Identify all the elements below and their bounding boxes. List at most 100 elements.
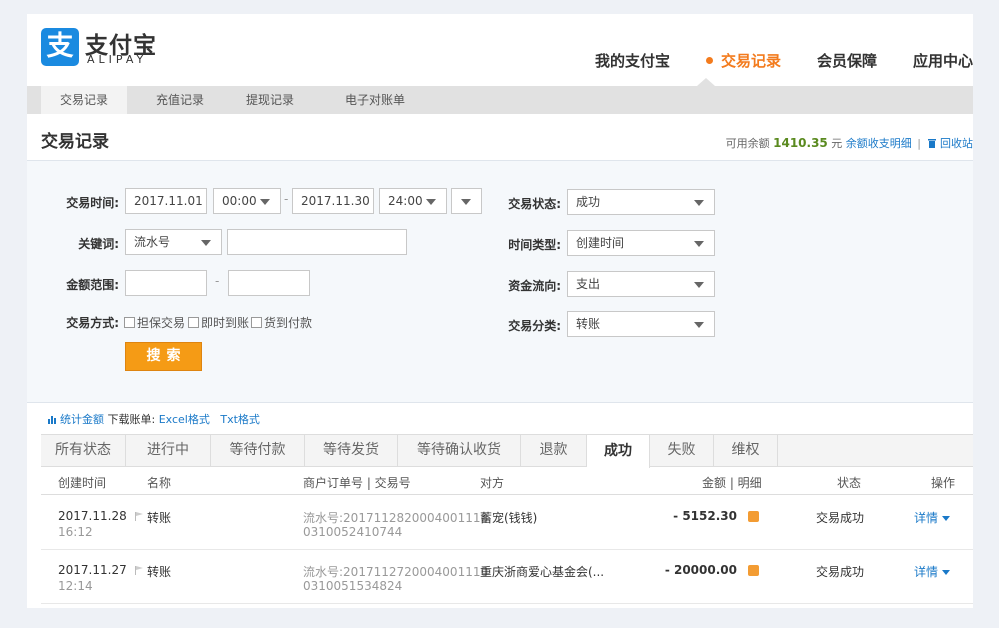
row-status: 交易成功 — [816, 565, 865, 579]
active-dot-icon — [705, 57, 713, 64]
method-label: 交易方式: — [66, 316, 119, 330]
flag-icon[interactable] — [135, 566, 143, 575]
th-amount: 金额 | 明细 — [702, 476, 762, 490]
status-tabs: 所有状态 进行中 等待付款 等待发货 等待确认收货 退款 成功 失败 维权 — [41, 434, 973, 468]
balance-sep: | — [917, 137, 921, 150]
txt-download-link[interactable]: Txt格式 — [220, 413, 260, 426]
row-time: 12:14 — [58, 579, 93, 593]
tab-in-progress[interactable]: 进行中 — [126, 434, 211, 467]
checkbox-icon — [188, 317, 199, 328]
topnav-app-center[interactable]: 应用中心 — [913, 50, 973, 71]
chevron-down-icon — [942, 570, 951, 575]
tab-awaiting-shipment[interactable]: 等待发货 — [305, 434, 398, 467]
alipay-logo-icon: 支 — [41, 28, 79, 66]
row-amount: - 20000.00 — [664, 563, 737, 577]
row-serial-2: 0310052410744 — [303, 525, 403, 539]
th-status: 状态 — [837, 476, 862, 490]
row-name: 转账 — [147, 511, 172, 525]
row-amount: - 5152.30 — [673, 509, 737, 523]
balance-label: 可用余额 — [725, 137, 770, 150]
balance-detail-link[interactable]: 余额收支明细 — [846, 137, 912, 150]
time-preset-select[interactable] — [451, 188, 482, 214]
page: 支 支付宝 ALIPAY 我的支付宝 交易记录 会员保障 应用中心 交易记录 充… — [27, 14, 973, 608]
amount-dash: - — [215, 274, 220, 288]
tab-all[interactable]: 所有状态 — [41, 434, 126, 467]
tab-awaiting-receipt[interactable]: 等待确认收货 — [398, 434, 521, 467]
date-from-input[interactable]: 2017.11.01 — [125, 188, 207, 214]
method-escrow-checkbox[interactable]: 担保交易 — [124, 314, 185, 331]
time-type-label: 时间类型: — [508, 238, 561, 252]
table-row[interactable]: 2017.11.27 12:14 转账 流水号:2017112720004001… — [41, 550, 973, 604]
top-nav: 我的支付宝 交易记录 会员保障 应用中心 — [595, 50, 973, 71]
row-party: 重庆浙商爱心基金会(... — [480, 565, 605, 579]
detail-expand-icon[interactable] — [748, 565, 759, 576]
nav-caret-icon — [697, 78, 715, 86]
flag-icon[interactable] — [135, 512, 143, 521]
tab-awaiting-payment[interactable]: 等待付款 — [211, 434, 305, 467]
flow-select[interactable]: 支出 — [567, 271, 715, 297]
topnav-transactions[interactable]: 交易记录 — [705, 50, 781, 71]
tab-success[interactable]: 成功 — [587, 434, 650, 468]
amount-max-input[interactable] — [228, 270, 310, 296]
table-row[interactable]: 2017.11.28 16:12 转账 流水号:2017112820004001… — [41, 496, 973, 550]
row-serial-1: 流水号:2017112820004001110 — [303, 511, 489, 525]
th-party: 对方 — [480, 476, 505, 490]
tab-dispute[interactable]: 维权 — [714, 434, 778, 467]
status-label: 交易状态: — [508, 197, 561, 211]
keyword-type-select[interactable]: 流水号 — [125, 229, 222, 255]
row-date: 2017.11.28 — [58, 509, 127, 523]
sub-nav: 交易记录 充值记录 提现记录 电子对账单 — [27, 86, 973, 114]
balance-unit: 元 — [831, 137, 843, 150]
time-label: 交易时间: — [66, 196, 119, 210]
time-from-select[interactable]: 00:00 — [213, 188, 281, 214]
checkbox-icon — [124, 317, 135, 328]
download-label: 下载账单: — [107, 413, 156, 426]
keyword-input[interactable] — [227, 229, 407, 255]
time-type-select[interactable]: 创建时间 — [567, 230, 715, 256]
table-header: 创建时间 名称 商户订单号 | 交易号 对方 金额 | 明细 状态 操作 — [41, 468, 973, 495]
row-detail-link[interactable]: 详情 — [914, 509, 951, 526]
row-time: 16:12 — [58, 525, 93, 539]
th-order: 商户订单号 | 交易号 — [303, 476, 411, 490]
tab-failed[interactable]: 失败 — [650, 434, 714, 467]
balance-bar: 可用余额 1410.35 元 余额收支明细 | 回收站 — [726, 135, 973, 151]
detail-expand-icon[interactable] — [748, 511, 759, 522]
trash-icon[interactable] — [927, 138, 937, 148]
category-select[interactable]: 转账 — [567, 311, 715, 337]
page-title: 交易记录 — [41, 132, 109, 152]
date-to-input[interactable]: 2017.11.30 — [292, 188, 374, 214]
search-button[interactable]: 搜索 — [125, 342, 202, 371]
tab-refund[interactable]: 退款 — [521, 434, 587, 467]
balance-amount: 1410.35 — [773, 136, 828, 150]
flow-label: 资金流向: — [508, 279, 561, 293]
row-status: 交易成功 — [816, 511, 865, 525]
topnav-my-alipay[interactable]: 我的支付宝 — [595, 50, 670, 71]
row-serial-1: 流水号:2017112720004001110 — [303, 565, 489, 579]
subnav-e-statement[interactable]: 电子对账单 — [325, 86, 425, 114]
row-detail-link[interactable]: 详情 — [914, 563, 951, 580]
logo-text-en: ALIPAY — [87, 53, 148, 66]
method-instant-checkbox[interactable]: 即时到账 — [188, 314, 249, 331]
method-cod-checkbox[interactable]: 货到付款 — [251, 314, 312, 331]
row-name: 转账 — [147, 565, 172, 579]
excel-download-link[interactable]: Excel格式 — [159, 413, 210, 426]
th-action: 操作 — [931, 476, 956, 490]
th-created: 创建时间 — [58, 476, 107, 490]
status-select[interactable]: 成功 — [567, 189, 715, 215]
recycle-bin-link[interactable]: 回收站 — [940, 137, 973, 150]
chevron-down-icon — [942, 516, 951, 521]
range-dash: - — [284, 192, 289, 206]
row-date: 2017.11.27 — [58, 563, 127, 577]
row-party: 蓄宠(钱钱) — [480, 511, 538, 525]
checkbox-icon — [251, 317, 262, 328]
subnav-withdraw[interactable]: 提现记录 — [227, 86, 313, 114]
amount-range-label: 金额范围: — [66, 278, 119, 292]
amount-min-input[interactable] — [125, 270, 207, 296]
stats-amount-link[interactable]: 统计金额 — [60, 413, 104, 426]
tools-bar: 统计金额 下载账单: Excel格式 Txt格式 — [48, 411, 260, 427]
subnav-transactions[interactable]: 交易记录 — [41, 86, 127, 114]
subnav-recharge[interactable]: 充值记录 — [137, 86, 223, 114]
topnav-member-protection[interactable]: 会员保障 — [817, 50, 877, 71]
time-to-select[interactable]: 24:00 — [379, 188, 447, 214]
keyword-label: 关键词: — [78, 237, 119, 251]
